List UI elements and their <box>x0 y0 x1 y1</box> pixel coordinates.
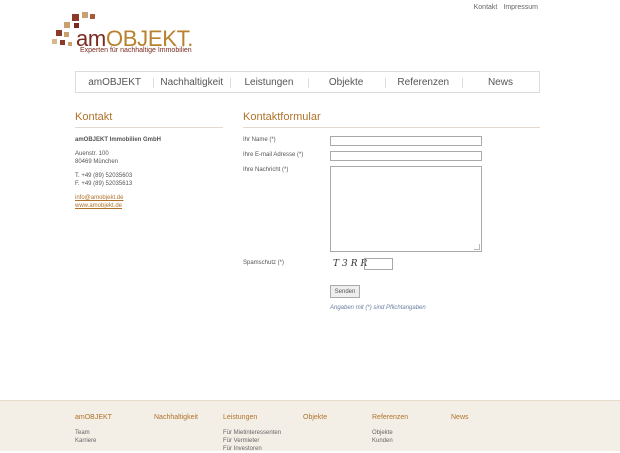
toplink-impressum[interactable]: Impressum <box>503 4 538 11</box>
company-name: amOBJEKT Immobilien GmbH <box>75 137 162 143</box>
footer-heading[interactable]: Referenzen <box>372 414 408 421</box>
address-city: 80469 München <box>75 159 119 165</box>
logo[interactable]: amOBJEKT. Experten für nachhaltige Immob… <box>52 12 193 58</box>
email-input[interactable] <box>330 151 482 161</box>
footer: amOBJEKT Team Karriere Nachhaltigkeit Le… <box>0 400 620 453</box>
logo-square <box>72 14 79 21</box>
nav-item-referenzen[interactable]: Referenzen <box>384 72 462 92</box>
nav-item-amobjekt[interactable]: amOBJEKT <box>76 72 153 92</box>
footer-col-news: News <box>451 414 469 429</box>
spam-label: Spamschutz (*) <box>243 260 285 266</box>
form-divider <box>243 127 540 128</box>
email-label: Ihre E-mail Adresse (*) <box>243 152 304 158</box>
logo-tagline: Experten für nachhaltige Immobilien <box>80 47 192 54</box>
logo-square <box>60 40 65 45</box>
footer-link[interactable]: Für Vermieter <box>223 437 281 445</box>
website-link[interactable]: www.amobjekt.de <box>75 202 161 210</box>
footer-col-leistungen: Leistungen Für Mietinteressenten Für Ver… <box>223 414 281 453</box>
footer-col-referenzen: Referenzen Objekte Kunden <box>372 414 408 445</box>
kontakt-heading: Kontakt <box>75 111 113 123</box>
logo-square <box>52 39 57 44</box>
email-link[interactable]: info@amobjekt.de <box>75 194 161 202</box>
toplink-kontakt[interactable]: Kontakt <box>474 4 498 11</box>
required-note: Angaben mit (*) sind Pflichtangaben <box>330 305 426 311</box>
main-nav: amOBJEKT Nachhaltigkeit Leistungen Objek… <box>75 71 540 93</box>
message-textarea[interactable] <box>330 166 482 252</box>
logo-square <box>56 30 62 36</box>
footer-col-amobjekt: amOBJEKT Team Karriere <box>75 414 112 445</box>
footer-heading[interactable]: Leistungen <box>223 414 281 421</box>
nav-item-objekte[interactable]: Objekte <box>307 72 385 92</box>
footer-col-objekte: Objekte <box>303 414 327 429</box>
footer-link[interactable]: Für Mietinteressenten <box>223 429 281 437</box>
message-label: Ihre Nachricht (*) <box>243 167 289 173</box>
logo-square <box>90 14 95 19</box>
form-heading: Kontaktformular <box>243 111 321 123</box>
footer-link[interactable]: Karriere <box>75 437 112 445</box>
footer-heading[interactable]: Nachhaltigkeit <box>154 414 198 421</box>
captcha-input[interactable] <box>364 258 393 270</box>
fax-number: F. +49 (89) 52035613 <box>75 181 133 187</box>
logo-square <box>82 12 88 18</box>
nav-item-leistungen[interactable]: Leistungen <box>230 72 307 92</box>
footer-heading[interactable]: amOBJEKT <box>75 414 112 421</box>
footer-link[interactable]: Objekte <box>372 429 408 437</box>
footer-link[interactable]: Für Investoren <box>223 445 281 453</box>
name-input[interactable] <box>330 136 482 146</box>
phone-number: T. +49 (89) 52035603 <box>75 173 133 179</box>
footer-heading[interactable]: Objekte <box>303 414 327 421</box>
logo-square <box>64 22 70 28</box>
kontakt-details: amOBJEKT Immobilien GmbH Auenstr. 100 80… <box>75 136 161 210</box>
footer-heading[interactable]: News <box>451 414 469 421</box>
send-button[interactable]: Senden <box>330 285 360 298</box>
name-label: Ihr Name (*) <box>243 137 276 143</box>
footer-col-nachhaltigkeit: Nachhaltigkeit <box>154 414 198 429</box>
kontakt-divider <box>75 127 223 128</box>
resize-handle[interactable] <box>474 244 480 250</box>
top-links: Kontakt Impressum <box>474 4 538 11</box>
nav-item-nachhaltigkeit[interactable]: Nachhaltigkeit <box>153 72 230 92</box>
footer-link[interactable]: Team <box>75 429 112 437</box>
nav-item-news[interactable]: News <box>461 72 539 92</box>
logo-square <box>64 32 69 37</box>
footer-link[interactable]: Kunden <box>372 437 408 445</box>
logo-square <box>68 42 72 46</box>
address-street: Auenstr. 100 <box>75 151 109 157</box>
